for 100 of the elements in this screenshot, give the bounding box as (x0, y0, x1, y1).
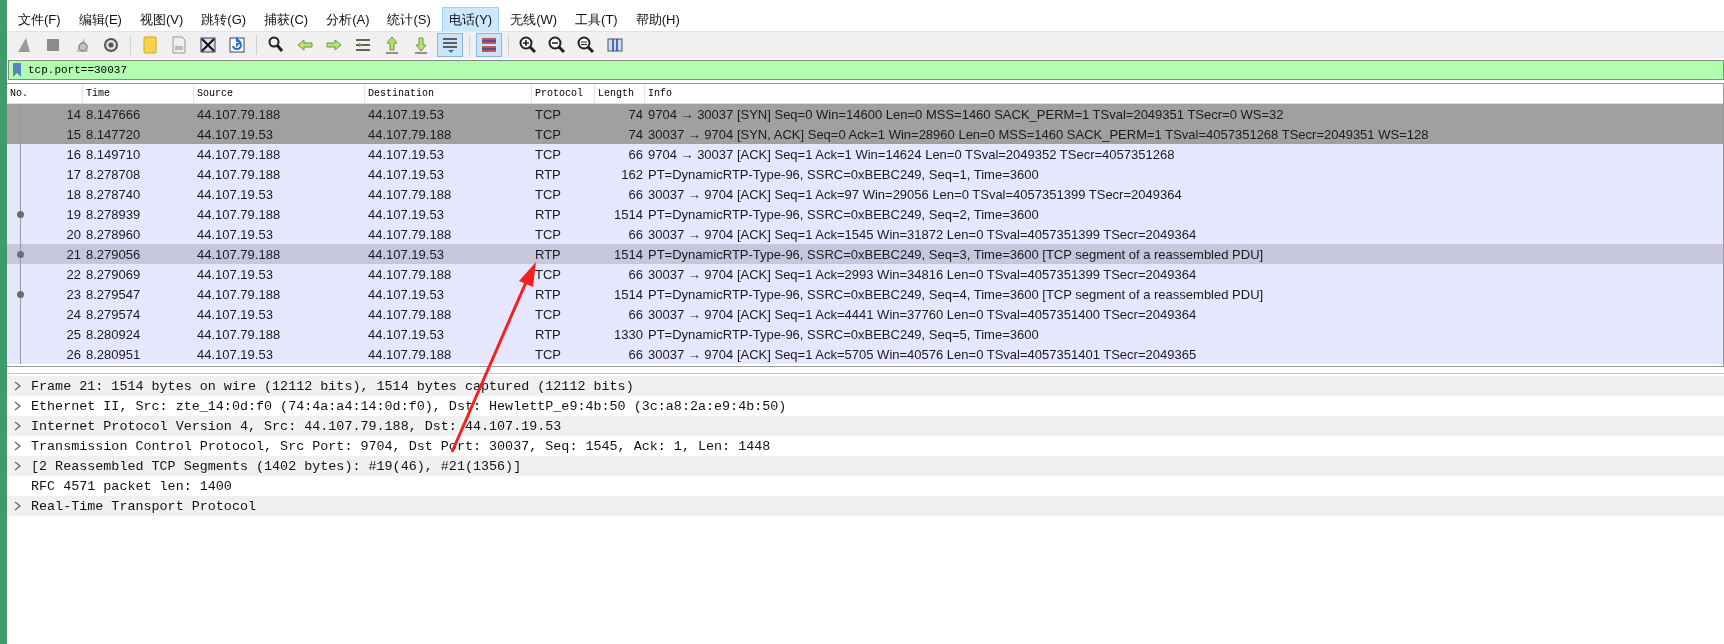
table-cell-text: 44.107.79.188 (367, 306, 453, 322)
menu-item[interactable]: 文件(F) (11, 6, 68, 33)
column-header[interactable]: Time (83, 84, 194, 103)
table-cell-text: 44.107.79.188 (367, 126, 453, 142)
detail-row[interactable]: Internet Protocol Version 4, Src: 44.107.79.188, Dst: 44.107.19.53 (7, 416, 1724, 436)
menu-item[interactable]: 无线(W) (503, 6, 565, 33)
table-cell-text: PT=DynamicRTP-Type-96, SSRC=0xBEBC249, Seq=2, Time=3600 (647, 206, 1040, 222)
table-cell-text: RTP (534, 246, 562, 262)
table-cell-text: 8.278939 (85, 206, 142, 222)
table-cell-text: 30037 → 9704 [ACK] Seq=1 Ack=97 Win=29056 Len=0 TSval=4057351399 TSecr=2049364 (647, 186, 1183, 202)
table-cell-text: 1330 (613, 326, 644, 342)
columns-icon (605, 35, 625, 55)
detail-row[interactable]: RFC 4571 packet len: 1400 (7, 476, 1724, 496)
table-cell-text: 44.107.19.53 (367, 286, 445, 302)
table-cell-text: 74 (627, 126, 644, 142)
bookmark-icon[interactable] (12, 63, 22, 77)
table-cell-text: 44.107.19.53 (196, 226, 274, 242)
expand-icon[interactable] (14, 441, 22, 451)
column-header[interactable]: Length (595, 84, 645, 103)
table-cell-text: 44.107.19.53 (196, 306, 274, 322)
column-header[interactable]: Destination (365, 84, 532, 103)
table-cell-text: 44.107.19.53 (367, 246, 445, 262)
packet-row[interactable]: 18 8.278740 44.107.19.53 44.107.79.188 TCP 66 30037 → 9704 [ACK] Seq=1 Ack=97 Win=29056 Len=0 TSval=4057351399 TSecr=2049364 (7, 184, 1723, 204)
table-cell-text: TCP (534, 186, 562, 202)
table-cell-text: 44.107.19.53 (196, 186, 274, 202)
table-cell-text: 8.280924 (85, 326, 142, 342)
detail-text: Real-Time Transport Protocol (31, 498, 256, 514)
menu-item[interactable]: 视图(V) (132, 6, 191, 33)
table-cell-text: 66 (627, 186, 644, 202)
table-cell-text: 8.149710 (85, 146, 142, 162)
table-cell-text: 20 (65, 226, 82, 242)
expand-icon[interactable] (14, 461, 22, 471)
menu-item[interactable]: 分析(A) (319, 6, 377, 33)
menu-item[interactable]: 工具(T) (568, 6, 625, 33)
table-cell-text: 44.107.79.188 (367, 266, 453, 282)
table-cell-text: 44.107.79.188 (367, 346, 453, 362)
table-cell-text: 44.107.19.53 (367, 206, 445, 222)
table-cell-text: PT=DynamicRTP-Type-96, SSRC=0xBEBC249, Seq=5, Time=3600 (647, 326, 1040, 342)
display-filter-field[interactable]: tcp.port==30037 (8, 60, 1724, 80)
detail-row[interactable]: Real-Time Transport Protocol (7, 496, 1724, 516)
packet-row[interactable]: 15 8.147720 44.107.19.53 44.107.79.188 TCP 74 30037 → 9704 [SYN, ACK] Seq=0 Ack=1 Win=28960 Len=0 MSS=1460 SACK_PERM=1 TSval=4057351268 TSecr=2049351 WS=128 (7, 124, 1723, 144)
table-cell-text: 8.278960 (85, 226, 142, 242)
packet-row[interactable]: 26 8.280951 44.107.19.53 44.107.79.188 TCP 66 30037 → 9704 [ACK] Seq=1 Ack=5705 Win=40576 Len=0 TSval=4057351401 TSecr=2049365 (7, 344, 1723, 364)
table-cell-text: 1514 (613, 246, 644, 262)
packet-row[interactable]: 21 8.279056 44.107.79.188 44.107.19.53 RTP 1514 PT=DynamicRTP-Type-96, SSRC=0xBEBC249, Seq=3, Time=3600 [TCP segment of a reassembled PDU] (7, 244, 1723, 264)
packet-row[interactable]: 19 8.278939 44.107.79.188 44.107.19.53 RTP 1514 PT=DynamicRTP-Type-96, SSRC=0xBEBC249, Seq=2, Time=3600 (7, 204, 1723, 224)
expand-icon[interactable] (14, 401, 22, 411)
table-cell-text: TCP (534, 146, 562, 162)
table-cell-text: 44.107.79.188 (367, 186, 453, 202)
table-cell-text: 30037 → 9704 [SYN, ACK] Seq=0 Ack=1 Win=28960 Len=0 MSS=1460 SACK_PERM=1 TSval=4057351268 TSecr=2049351 WS=128 (647, 126, 1430, 142)
table-cell-text: 19 (65, 206, 82, 222)
table-cell-text: 30037 → 9704 [ACK] Seq=1 Ack=2993 Win=34816 Len=0 TSval=4057351399 TSecr=2049364 (647, 266, 1198, 282)
menu-item[interactable]: 捕获(C) (257, 6, 316, 33)
file-icon (169, 35, 189, 55)
packet-row[interactable]: 17 8.278708 44.107.79.188 44.107.19.53 RTP 162 PT=DynamicRTP-Type-96, SSRC=0xBEBC249, Seq=1, Time=3600 (7, 164, 1723, 184)
column-header[interactable]: No. (7, 84, 83, 103)
table-cell-text: 21 (65, 246, 82, 262)
toolbar-colorize-button[interactable] (476, 33, 502, 57)
table-cell-text: RTP (534, 326, 562, 342)
column-header[interactable]: Protocol (532, 84, 595, 103)
reload-icon (227, 35, 247, 55)
detail-text: RFC 4571 packet len: 1400 (31, 478, 232, 494)
table-cell-text: 30037 → 9704 [ACK] Seq=1 Ack=5705 Win=40576 Len=0 TSval=4057351401 TSecr=2049365 (647, 346, 1198, 362)
table-cell-text: 18 (65, 186, 82, 202)
menu-item[interactable]: 编辑(E) (71, 6, 129, 33)
table-cell-text: 44.107.19.53 (196, 346, 274, 362)
toolbar-autoscroll-button[interactable] (437, 33, 463, 57)
table-cell-text: 44.107.19.53 (196, 126, 274, 142)
column-header[interactable]: Info (645, 84, 1723, 103)
table-cell-text: 8.278740 (85, 186, 142, 202)
menu-item[interactable]: 统计(S) (380, 6, 438, 33)
table-cell-text: PT=DynamicRTP-Type-96, SSRC=0xBEBC249, Seq=3, Time=3600 [TCP segment of a reassembled PDU] (647, 246, 1265, 262)
menu-item[interactable]: 电话(Y) (441, 6, 500, 33)
table-cell-text: 44.107.19.53 (367, 106, 445, 122)
menu-item[interactable]: 帮助(H) (628, 6, 687, 33)
table-cell-text: 44.107.79.188 (196, 146, 282, 162)
packet-row[interactable]: 22 8.279069 44.107.19.53 44.107.79.188 TCP 66 30037 → 9704 [ACK] Seq=1 Ack=2993 Win=34816 Len=0 TSval=4057351399 TSecr=2049364 (7, 264, 1723, 284)
packet-row[interactable]: 24 8.279574 44.107.19.53 44.107.79.188 TCP 66 30037 → 9704 [ACK] Seq=1 Ack=4441 Win=37760 Len=0 TSval=4057351400 TSecr=2049364 (7, 304, 1723, 324)
packet-row[interactable]: 20 8.278960 44.107.19.53 44.107.79.188 TCP 66 30037 → 9704 [ACK] Seq=1 Ack=1545 Win=31872 Len=0 TSval=4057351399 TSecr=2049364 (7, 224, 1723, 244)
packet-row[interactable]: 25 8.280924 44.107.79.188 44.107.19.53 RTP 1330 PT=DynamicRTP-Type-96, SSRC=0xBEBC249, Seq=5, Time=3600 (7, 324, 1723, 344)
packet-row[interactable]: 14 8.147666 44.107.79.188 44.107.19.53 TCP 74 9704 → 30037 [SYN] Seq=0 Win=14600 Len=0 MSS=1460 SACK_PERM=1 TSval=2049351 TSecr=0 WS=32 (7, 104, 1723, 124)
expand-icon[interactable] (14, 421, 22, 431)
colorize-icon (479, 35, 499, 55)
table-cell-text: 1514 (613, 286, 644, 302)
detail-row[interactable]: [2 Reassembled TCP Segments (1402 bytes): #19(46), #21(1356)] (7, 456, 1724, 476)
menu-item[interactable]: 跳转(G) (194, 6, 254, 33)
table-cell-text: 8.279069 (85, 266, 142, 282)
table-cell-text: 44.107.79.188 (196, 326, 282, 342)
packet-row[interactable]: 16 8.149710 44.107.79.188 44.107.19.53 TCP 66 9704 → 30037 [ACK] Seq=1 Ack=1 Win=14624 Len=0 TSval=2049352 TSecr=4057351268 (7, 144, 1723, 164)
expand-icon[interactable] (14, 501, 22, 511)
expand-icon[interactable] (14, 381, 22, 391)
column-header[interactable]: Source (194, 84, 365, 103)
table-cell-text: 23 (65, 286, 82, 302)
table-cell-text: 8.147666 (85, 106, 142, 122)
table-cell-text: TCP (534, 106, 562, 122)
table-cell-text: 25 (65, 326, 82, 342)
table-cell-text: 8.278708 (85, 166, 142, 182)
packet-row[interactable]: 23 8.279547 44.107.79.188 44.107.19.53 RTP 1514 PT=DynamicRTP-Type-96, SSRC=0xBEBC249, Seq=4, Time=3600 [TCP segment of a reassembled PDU] (7, 284, 1723, 304)
table-cell-text: 1514 (613, 206, 644, 222)
table-cell-text: 8.147720 (85, 126, 142, 142)
